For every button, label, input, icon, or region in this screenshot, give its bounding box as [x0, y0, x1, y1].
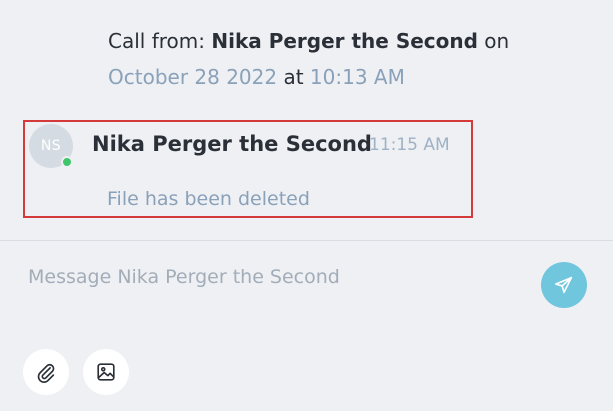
- message-sender-name[interactable]: Nika Perger the Second: [92, 132, 372, 156]
- send-icon: [554, 276, 573, 294]
- message-text: File has been deleted: [107, 188, 310, 210]
- call-on-word: on: [477, 29, 510, 53]
- call-at-word: at: [277, 65, 310, 89]
- message-timestamp: 11:15 AM: [369, 135, 450, 155]
- composer-divider: [0, 240, 613, 241]
- call-datetime-line: October 28 2022 at 10:13 AM: [108, 64, 405, 90]
- image-icon: [97, 363, 115, 381]
- caller-name: Nika Perger the Second: [211, 29, 478, 53]
- attach-image-button[interactable]: [83, 349, 129, 395]
- chat-panel: Call from: Nika Perger the Second on Oct…: [0, 0, 613, 411]
- call-time: 10:13 AM: [309, 65, 405, 89]
- attach-file-button[interactable]: [23, 349, 69, 395]
- message-input[interactable]: Message Nika Perger the Second: [28, 266, 340, 288]
- call-info-line: Call from: Nika Perger the Second on: [108, 28, 509, 54]
- call-prefix: Call from:: [108, 29, 212, 53]
- online-status-dot: [61, 156, 73, 168]
- paperclip-icon: [37, 363, 55, 383]
- send-button[interactable]: [541, 262, 587, 308]
- call-date: October 28 2022: [108, 65, 278, 89]
